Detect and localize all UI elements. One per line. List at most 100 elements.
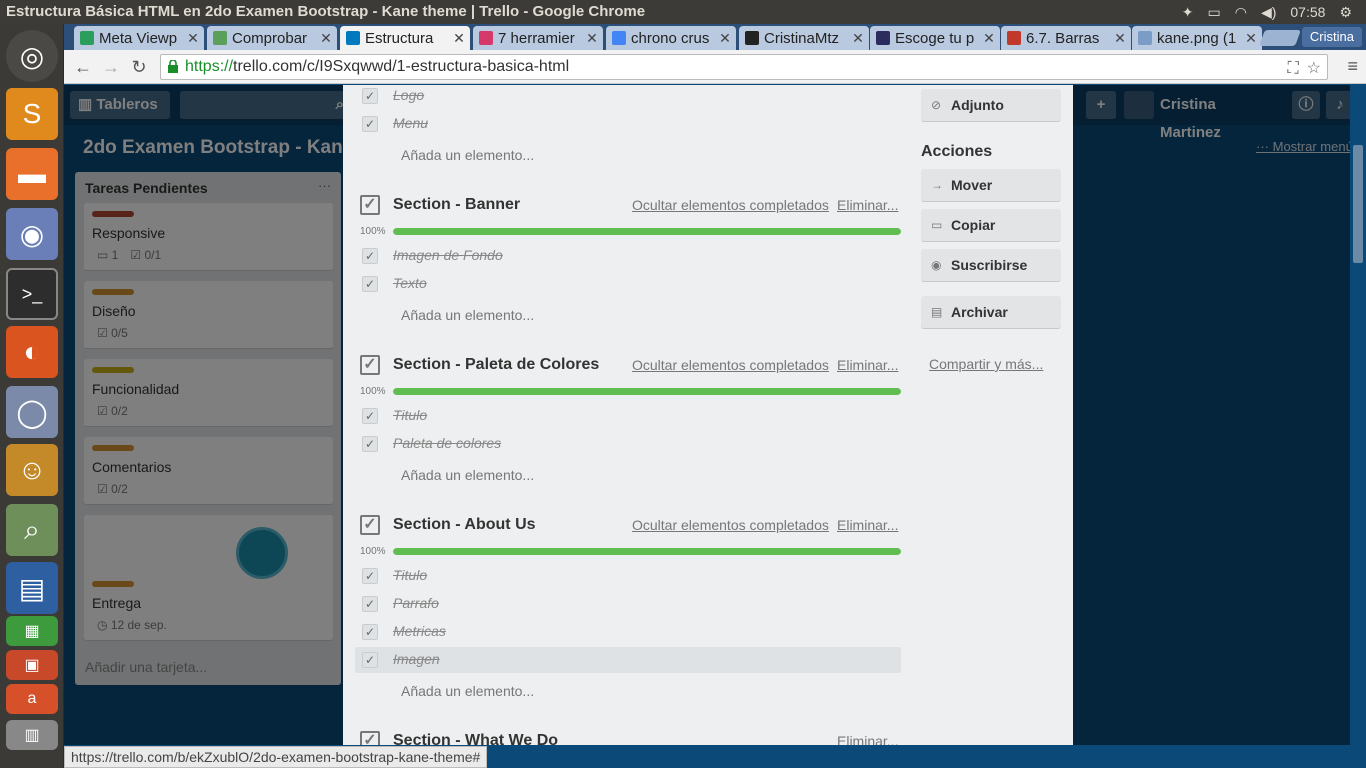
- tab-estructura-active[interactable]: Estructura ✕: [340, 26, 470, 50]
- add-item-link[interactable]: Añada un elemento...: [401, 467, 534, 483]
- calc-icon[interactable]: ▦: [6, 616, 58, 646]
- checklist-item-hovered[interactable]: ✓ Imagen: [355, 647, 901, 673]
- checkbox-checked[interactable]: ✓: [362, 568, 378, 584]
- volume-icon[interactable]: ◀): [1261, 4, 1276, 21]
- tab-chrono-crus[interactable]: chrono crus ✕: [606, 26, 736, 50]
- progress-bar: [393, 548, 901, 555]
- delete-checklist-link[interactable]: Eliminar...: [837, 357, 898, 373]
- trash-icon[interactable]: ▥: [6, 720, 58, 750]
- tab-meta-viewport[interactable]: Meta Viewp ✕: [74, 26, 204, 50]
- close-icon[interactable]: ✕: [1244, 30, 1258, 47]
- scrollbar-thumb[interactable]: [1353, 145, 1363, 263]
- subscribe-button[interactable]: ◉ Suscribirse: [921, 249, 1061, 282]
- tab-escoge-tu[interactable]: Escoge tu p ✕: [870, 26, 1000, 50]
- checklist-item[interactable]: ✓ Logo: [355, 85, 901, 109]
- move-button[interactable]: → Mover: [921, 169, 1061, 202]
- chrome-menu-icon[interactable]: ≡: [1347, 56, 1358, 77]
- bookmark-star-icon[interactable]: ☆: [1307, 57, 1321, 81]
- code-icon: [876, 31, 890, 45]
- archive-button[interactable]: ▤ Archivar: [921, 296, 1061, 329]
- add-item-link[interactable]: Añada un elemento...: [401, 147, 534, 163]
- gear-icon[interactable]: ⚙: [1339, 4, 1352, 21]
- checkbox-checked[interactable]: ✓: [362, 116, 378, 132]
- checkbox-checked[interactable]: ✓: [362, 248, 378, 264]
- back-icon[interactable]: ←: [72, 56, 94, 78]
- checklist-item[interactable]: ✓ Titulo: [355, 403, 901, 429]
- checklist-title[interactable]: Section - Banner: [393, 196, 520, 214]
- hide-completed-link[interactable]: Ocultar elementos completados: [632, 517, 829, 533]
- page-scrollbar[interactable]: [1350, 85, 1366, 745]
- tab-7-herramientas[interactable]: 7 herramier ✕: [473, 26, 603, 50]
- progress-bar: [393, 388, 901, 395]
- ubuntu-dash-icon[interactable]: ◎: [6, 30, 58, 82]
- checkbox-checked[interactable]: ✓: [362, 436, 378, 452]
- checklist-item[interactable]: ✓ Paleta de colores: [355, 431, 901, 457]
- battery-icon[interactable]: ▭: [1208, 4, 1221, 21]
- delete-checklist-link[interactable]: Eliminar...: [837, 733, 898, 745]
- image-viewer-icon[interactable]: ⌕: [6, 504, 58, 556]
- close-icon[interactable]: ✕: [718, 30, 732, 47]
- checklist-title[interactable]: Section - What We Do: [393, 732, 558, 745]
- checklist-item[interactable]: ✓ Parrafo: [355, 591, 901, 617]
- close-icon[interactable]: ✕: [186, 30, 200, 47]
- checkbox-checked[interactable]: ✓: [362, 652, 378, 668]
- software-center-icon[interactable]: a: [6, 684, 58, 714]
- progress-percent: 100%: [360, 386, 386, 397]
- firefox-icon[interactable]: ◐: [6, 326, 58, 378]
- forward-icon[interactable]: →: [100, 56, 122, 78]
- clock[interactable]: 07:58: [1290, 4, 1325, 20]
- copy-button[interactable]: ▭ Copiar: [921, 209, 1061, 242]
- checkbox-checked[interactable]: ✓: [362, 88, 378, 104]
- checklist-title[interactable]: Section - About Us: [393, 516, 536, 534]
- hide-completed-link[interactable]: Ocultar elementos completados: [632, 357, 829, 373]
- close-icon[interactable]: ✕: [982, 30, 996, 47]
- chromium-icon[interactable]: ◯: [6, 386, 58, 438]
- close-icon[interactable]: ✕: [585, 30, 599, 47]
- checkbox-checked[interactable]: ✓: [362, 276, 378, 292]
- checklist-item[interactable]: ✓ Metricas: [355, 619, 901, 645]
- delete-checklist-link[interactable]: Eliminar...: [837, 517, 898, 533]
- checklist-title[interactable]: Section - Paleta de Colores: [393, 356, 599, 374]
- impress-icon[interactable]: ▣: [6, 650, 58, 680]
- sublime-text-icon[interactable]: S: [6, 88, 58, 140]
- terminal-icon[interactable]: >_: [6, 268, 58, 320]
- dropbox-icon[interactable]: ✦: [1182, 4, 1194, 21]
- hide-completed-link[interactable]: Ocultar elementos completados: [632, 197, 829, 213]
- checkbox-checked[interactable]: ✓: [362, 624, 378, 640]
- close-icon[interactable]: ✕: [1113, 30, 1127, 47]
- checkbox-checked[interactable]: ✓: [362, 596, 378, 612]
- share-more-link[interactable]: Compartir y más...: [929, 356, 1043, 372]
- tab-kane-png[interactable]: kane.png (1 ✕: [1132, 26, 1262, 50]
- address-bar[interactable]: https://trello.com/c/I9Sxqwwd/1-estructu…: [160, 54, 1328, 80]
- checkbox-checked[interactable]: ✓: [362, 408, 378, 424]
- chrome-icon[interactable]: ◉: [6, 208, 58, 260]
- close-icon[interactable]: ✕: [851, 30, 865, 47]
- writer-icon[interactable]: ▤: [6, 562, 58, 614]
- add-item-link[interactable]: Añada un elemento...: [401, 683, 534, 699]
- progress-fill: [393, 548, 901, 555]
- checklist-icon: ✓: [360, 355, 380, 375]
- checklist-item[interactable]: ✓ Menu: [355, 111, 901, 137]
- files-icon[interactable]: ▬: [6, 148, 58, 200]
- checklist-item[interactable]: ✓ Imagen de Fondo: [355, 243, 901, 269]
- close-icon[interactable]: ✕: [319, 30, 333, 47]
- attachment-button[interactable]: ⊘ Adjunto: [921, 89, 1061, 122]
- window-title: Estructura Básica HTML en 2do Examen Boo…: [6, 3, 646, 20]
- close-icon[interactable]: ✕: [452, 30, 466, 47]
- scratch-icon[interactable]: ☺: [6, 444, 58, 496]
- delete-checklist-link[interactable]: Eliminar...: [837, 197, 898, 213]
- checklist-icon: ✓: [360, 515, 380, 535]
- tab-barras[interactable]: 6.7. Barras ✕: [1001, 26, 1131, 50]
- checklist-item[interactable]: ✓ Texto: [355, 271, 901, 297]
- tab-github[interactable]: CristinaMtz ✕: [739, 26, 869, 50]
- tab-comprobar[interactable]: Comprobar ✕: [207, 26, 337, 50]
- checklist-item[interactable]: ✓ Titulo: [355, 563, 901, 589]
- profile-badge[interactable]: Cristina: [1301, 27, 1362, 47]
- trello-page: ▥ Tableros ⌕ + Cristina Martinez ⓘ ♪ 2do…: [64, 85, 1366, 745]
- reload-icon[interactable]: ↻: [128, 56, 150, 78]
- new-tab-button[interactable]: [1259, 30, 1301, 46]
- translate-icon[interactable]: ⛶: [1287, 57, 1298, 81]
- add-item-link[interactable]: Añada un elemento...: [401, 307, 534, 323]
- wifi-icon[interactable]: ◠: [1235, 4, 1247, 21]
- tab-favicon: [213, 31, 227, 45]
